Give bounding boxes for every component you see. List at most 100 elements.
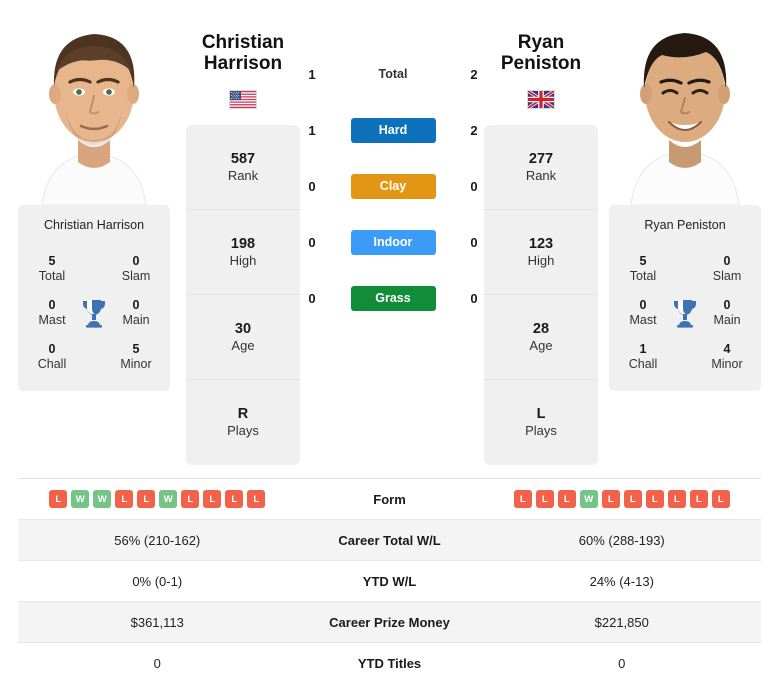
h2h-row-indoor: 0 Indoor 0 — [300, 228, 486, 256]
h2h-surface-badge-hard[interactable]: Hard — [350, 117, 436, 143]
us-flag-icon — [229, 90, 257, 109]
h2h-row-clay: 0 Clay 0 — [300, 172, 486, 200]
h2h-left-score: 1 — [308, 122, 316, 138]
form-badge-win[interactable]: W — [579, 490, 598, 508]
player-right-title: Ryan Peniston — [471, 32, 611, 75]
player-comparison-page: Christian Harrison 5 Total 0 Slam 0 Mast… — [0, 0, 779, 699]
stat-mast-label: Mast — [38, 312, 66, 327]
form-badge-loss[interactable]: L — [557, 490, 576, 508]
stat-cell-left: 0% (0-1) — [132, 573, 183, 589]
high-label: High — [527, 252, 555, 268]
h2h-left-score: 1 — [308, 66, 316, 82]
form-strip-right: LLLWLLLLLL — [513, 490, 730, 508]
form-badge-loss[interactable]: L — [711, 490, 730, 508]
plays-box: R Plays — [186, 380, 300, 465]
stat-mast: 0 Mast — [617, 298, 669, 328]
h2h-right-score: 0 — [470, 290, 478, 306]
stat-minor-label: Minor — [120, 356, 152, 371]
high-box: 123 High — [484, 210, 598, 295]
stat-total-label: Total — [629, 268, 657, 283]
form-badge-loss[interactable]: L — [225, 490, 244, 508]
table-row: 0 YTD Titles 0 — [18, 642, 761, 683]
player-right-first-name: Ryan — [517, 32, 565, 53]
plays-box: L Plays — [484, 380, 598, 465]
trophy-spacer — [79, 252, 109, 286]
stat-chall-label: Chall — [628, 356, 658, 371]
form-badge-loss[interactable]: L — [137, 490, 156, 508]
form-badge-loss[interactable]: L — [247, 490, 266, 508]
h2h-right-score: 2 — [470, 122, 478, 138]
trophy-spacer — [79, 340, 109, 374]
h2h-surface-badge-indoor[interactable]: Indoor — [350, 229, 436, 255]
age-box: 28 Age — [484, 295, 598, 380]
form-badge-loss[interactable]: L — [623, 490, 642, 508]
stat-total-value: 5 — [639, 254, 647, 268]
high-label: High — [229, 252, 257, 268]
form-badge-loss[interactable]: L — [601, 490, 620, 508]
stat-slam-value: 0 — [132, 254, 140, 268]
stat-chall-label: Chall — [37, 356, 67, 371]
form-badge-loss[interactable]: L — [203, 490, 222, 508]
stat-cell-left: LWWLLWLLLL — [18, 490, 297, 508]
stat-total-label: Total — [38, 268, 66, 283]
stat-main: 0 Main — [701, 298, 753, 328]
stat-main-value: 0 — [132, 298, 140, 312]
h2h-right-score: 2 — [470, 66, 478, 82]
rank-box: 587 Rank — [186, 125, 300, 210]
form-badge-loss[interactable]: L — [645, 490, 664, 508]
form-badge-win[interactable]: W — [93, 490, 112, 508]
stat-slam-value: 0 — [723, 254, 731, 268]
stat-chall-value: 0 — [48, 342, 56, 356]
player-left-title: Christian Harrison — [173, 32, 313, 75]
table-row: L W W L L W L L L L Form L L L W L L L L L L — [18, 478, 761, 519]
stat-row-label: Career Prize Money — [329, 614, 450, 630]
rank-value: 277 — [528, 150, 554, 167]
stat-cell-right: $221,850 — [594, 614, 649, 630]
stat-cell-right: 24% (4-13) — [589, 573, 654, 589]
form-badge-loss[interactable]: L — [115, 490, 134, 508]
plays-value: L — [536, 406, 546, 422]
table-row: 0% (0-1) YTD W/L 24% (4-13) — [18, 560, 761, 601]
h2h-left-score: 0 — [308, 178, 316, 194]
stat-mast-value: 0 — [48, 298, 56, 312]
player-right-info-card: Ryan Peniston 5 Total 0 Slam 0 Mast 0 Ma… — [609, 205, 761, 391]
player-right-titles-grid: 5 Total 0 Slam 0 Mast 0 Main 1 Chall 4 M… — [609, 247, 761, 379]
stat-total-value: 5 — [48, 254, 56, 268]
comparison-header: Christian Harrison 5 Total 0 Slam 0 Mast… — [0, 0, 779, 470]
plays-label: Plays — [227, 423, 259, 439]
stat-minor: 4 Minor — [701, 342, 753, 372]
plays-value: R — [237, 406, 249, 422]
trophy-icon — [79, 296, 109, 330]
stat-cell-right: LLLWLLLLLL — [483, 490, 762, 508]
player-left-last-name: Harrison — [203, 53, 283, 75]
player-left-column: Christian Harrison 5 Total 0 Slam 0 Mast… — [18, 0, 170, 391]
table-row: $361,113 Career Prize Money $221,850 — [18, 601, 761, 642]
form-badge-loss[interactable]: L — [667, 490, 686, 508]
form-badge-loss[interactable]: L — [535, 490, 554, 508]
player-right-name-label: Ryan Peniston — [644, 218, 726, 232]
form-badge-win[interactable]: W — [159, 490, 178, 508]
form-badge-win[interactable]: W — [71, 490, 90, 508]
stat-cell-right: 60% (288-193) — [578, 532, 665, 548]
rank-box: 277 Rank — [484, 125, 598, 210]
form-badge-loss[interactable]: L — [49, 490, 68, 508]
stat-row-label: YTD Titles — [357, 655, 422, 671]
h2h-row-hard: 1 Hard 2 — [300, 116, 486, 144]
form-badge-loss[interactable]: L — [181, 490, 200, 508]
table-row: 56% (210-162) Career Total W/L 60% (288-19… — [18, 519, 761, 560]
form-badge-loss[interactable]: L — [689, 490, 708, 508]
stat-total: 5 Total — [26, 254, 78, 284]
stat-mast-label: Mast — [629, 312, 657, 327]
high-value: 198 — [230, 235, 256, 252]
h2h-surface-badge-clay[interactable]: Clay — [350, 173, 436, 199]
stat-main-value: 0 — [723, 298, 731, 312]
titles-row-mast-main: 0 Mast 0 Main — [18, 291, 170, 335]
form-badge-loss[interactable]: L — [513, 490, 532, 508]
stat-slam-label: Slam — [712, 268, 742, 283]
h2h-surface-badge-grass[interactable]: Grass — [350, 285, 436, 311]
stat-cell-left: 56% (210-162) — [114, 532, 201, 548]
titles-row-mast-main: 0 Mast 0 Main — [609, 291, 761, 335]
player-left-titles-grid: 5 Total 0 Slam 0 Mast 0 Main 0 Chall 5 M… — [18, 247, 170, 379]
rank-value: 587 — [230, 150, 256, 167]
gb-flag-icon — [527, 90, 555, 109]
